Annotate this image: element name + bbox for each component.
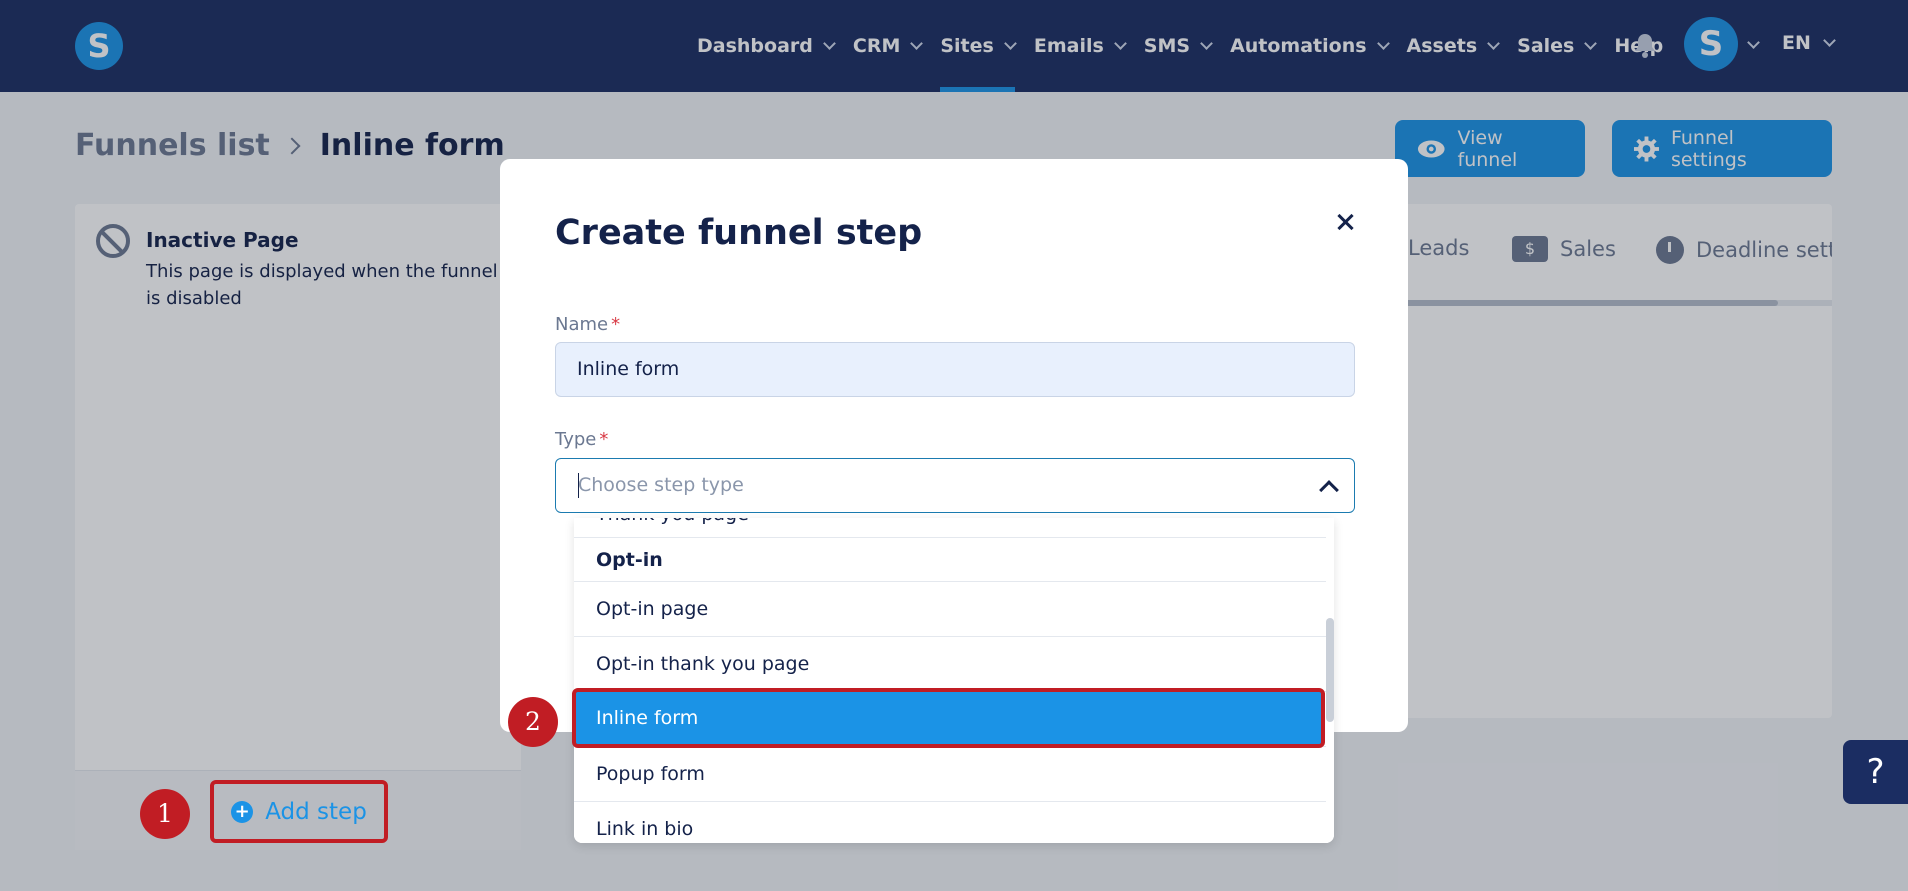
help-button[interactable]: ? xyxy=(1843,740,1908,804)
select-placeholder: Choose step type xyxy=(578,474,744,496)
dropdown-scrollbar-thumb[interactable] xyxy=(1326,618,1334,722)
required-mark: * xyxy=(599,429,609,450)
step-badge-1: 1 xyxy=(140,789,190,839)
add-step-button[interactable]: + Add step xyxy=(210,780,388,843)
plus-icon: + xyxy=(231,800,254,823)
step-type-dropdown: Thank you page Opt-in Opt-in page Opt-in… xyxy=(574,518,1334,843)
label-text: Type xyxy=(555,429,597,450)
chevron-up-icon[interactable] xyxy=(1319,480,1339,500)
step-type-select[interactable]: Choose step type xyxy=(555,458,1355,513)
required-mark: * xyxy=(611,314,621,335)
dropdown-option-link-in-bio[interactable]: Link in bio xyxy=(574,802,1326,843)
label-text: Name xyxy=(555,314,609,335)
dropdown-option-opt-in-thank-you-page[interactable]: Opt-in thank you page xyxy=(574,637,1326,692)
name-input[interactable]: Inline form xyxy=(555,342,1355,397)
dropdown-option-inline-form[interactable]: Inline form xyxy=(572,688,1325,748)
dropdown-group-opt-in: Opt-in xyxy=(574,538,1326,582)
dropdown-option-opt-in-page[interactable]: Opt-in page xyxy=(574,582,1326,637)
text-cursor xyxy=(578,473,579,498)
name-label: Name * xyxy=(555,314,620,335)
dropdown-option-partial[interactable]: Thank you page xyxy=(574,518,1326,538)
type-label: Type * xyxy=(555,429,608,450)
dropdown-option-popup-form[interactable]: Popup form xyxy=(574,747,1326,802)
step-badge-2: 2 xyxy=(508,697,558,747)
button-label: Add step xyxy=(265,798,367,825)
modal-title: Create funnel step xyxy=(555,213,923,253)
close-icon[interactable] xyxy=(1332,209,1360,237)
